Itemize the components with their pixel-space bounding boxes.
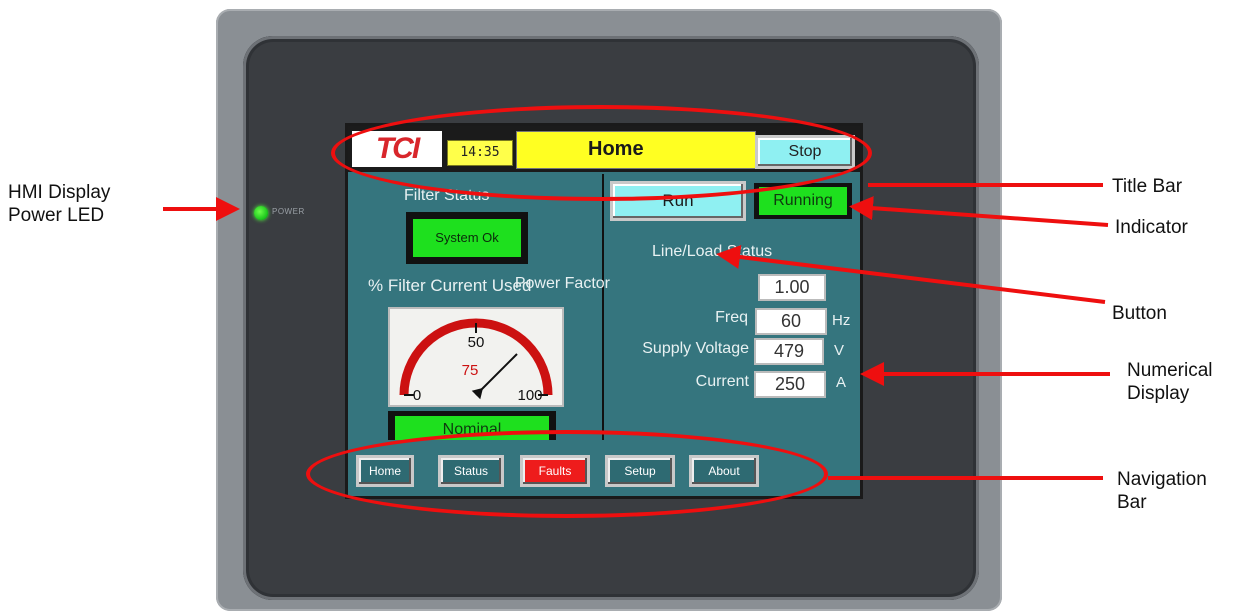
freq-value: 60 — [755, 308, 827, 335]
current-value: 250 — [754, 371, 826, 398]
nav-setup-button[interactable]: Setup — [605, 455, 675, 487]
supply-voltage-label: Supply Voltage — [642, 340, 749, 357]
callout-power-led: HMI Display Power LED — [8, 182, 111, 226]
nav-status-button[interactable]: Status — [438, 455, 504, 487]
filter-status-heading: Filter Status — [404, 187, 490, 204]
freq-unit: Hz — [832, 312, 851, 329]
nav-faults-button[interactable]: Faults — [520, 455, 590, 487]
running-text: Running — [759, 187, 847, 215]
power-led-label: POWER — [272, 207, 305, 216]
gauge-dial: 50 0 100 75 — [399, 318, 553, 404]
logo-text: TCI — [375, 132, 420, 165]
system-ok-text: System Ok — [413, 219, 521, 257]
hmi-screen: TCI 14:35 Home Stop Filter Status System… — [345, 123, 863, 499]
supply-voltage-value: 479 — [754, 338, 824, 365]
gauge-min-label: 0 — [413, 387, 421, 404]
line-load-heading: Line/Load Status — [652, 243, 773, 260]
nav-about-button[interactable]: About — [689, 455, 759, 487]
running-indicator: Running — [754, 183, 852, 219]
callout-numerical-display: Numerical Display — [1127, 360, 1213, 404]
filter-current-gauge: 50 0 100 75 — [388, 307, 564, 407]
callout-indicator: Indicator — [1115, 217, 1188, 238]
gauge-mid-label: 50 — [468, 334, 485, 351]
current-label: Current — [695, 373, 749, 390]
nav-home-button[interactable]: Home — [356, 455, 414, 487]
tci-logo: TCI — [352, 131, 442, 167]
navigation-bar: Home Status Faults Setup About — [348, 440, 860, 496]
gauge-max-label: 100 — [517, 387, 542, 404]
system-ok-indicator: System Ok — [406, 212, 528, 264]
callout-title-bar: Title Bar — [1112, 176, 1183, 197]
gauge-value-label: 75 — [462, 362, 479, 379]
page-title: Home — [588, 138, 644, 160]
freq-label: Freq — [715, 309, 748, 326]
run-button[interactable]: Run — [610, 181, 746, 221]
callout-button: Button — [1112, 303, 1167, 324]
stop-button[interactable]: Stop — [755, 135, 855, 169]
power-led-icon — [254, 206, 268, 220]
current-unit: A — [836, 374, 847, 391]
power-factor-label: Power Factor — [514, 275, 610, 292]
supply-voltage-unit: V — [834, 342, 845, 359]
clock-display: 14:35 — [447, 140, 513, 166]
callout-navigation-bar: Navigation Bar — [1117, 469, 1207, 513]
title-bar: TCI 14:35 Home Stop — [348, 126, 860, 172]
power-factor-value: 1.00 — [758, 274, 826, 301]
